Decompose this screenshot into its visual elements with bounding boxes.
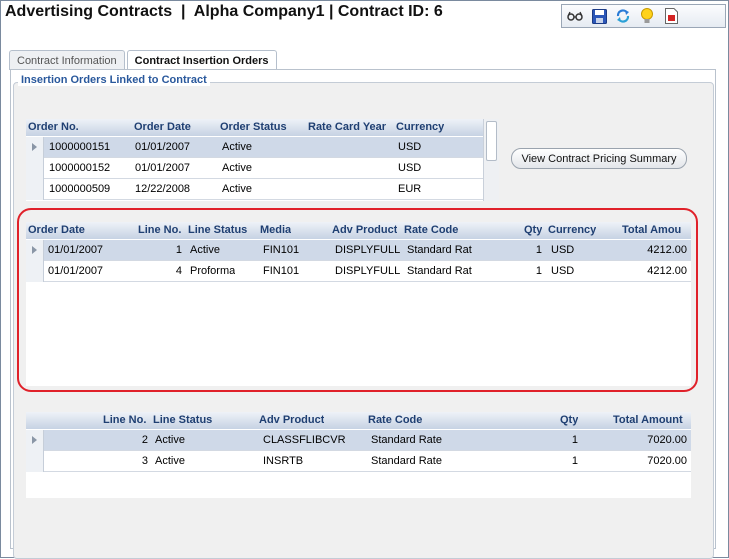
column-header[interactable]: Rate Code (368, 414, 422, 426)
rate-code-cell: Standard Rate (371, 455, 442, 467)
row-selector[interactable] (26, 179, 44, 200)
line-no-cell: 3 (141, 455, 148, 467)
orders-grid-header: Order No. Order Date Order Status Rate C… (26, 119, 499, 136)
highlight-annotation (17, 208, 698, 392)
total-amount-cell: 7020.00 (647, 434, 687, 446)
column-header[interactable]: Currency (396, 121, 444, 133)
line-products-grid-header: Line No. Line Status Adv Product Rate Co… (26, 412, 691, 429)
currency-cell: USD (398, 141, 422, 153)
column-header[interactable]: Total Amount (613, 414, 683, 426)
currency-cell: USD (398, 162, 422, 174)
tab-strip: Contract Information Contract Insertion … (9, 50, 279, 70)
row-selector[interactable] (26, 158, 44, 179)
line-products-grid: Line No. Line Status Adv Product Rate Co… (26, 412, 691, 498)
column-header[interactable]: Qty (560, 414, 578, 426)
tab-contract-information[interactable]: Contract Information (9, 50, 125, 70)
row-selector[interactable] (26, 451, 44, 472)
rate-code-cell: Standard Rate (371, 434, 442, 446)
order-no-cell: 1000000509 (49, 183, 111, 195)
window-title: Advertising Contracts | Alpha Company1 |… (5, 3, 443, 20)
table-row[interactable]: 3 Active INSRTB Standard Rate 1 7020.00 (26, 451, 691, 472)
table-row[interactable]: 1000000152 01/01/2007 Active USD (26, 158, 483, 179)
row-arrow-icon (32, 143, 37, 151)
order-no-cell: 1000000151 (49, 141, 111, 153)
order-no-cell: 1000000152 (49, 162, 111, 174)
order-status-cell: Active (222, 141, 252, 153)
scroll-thumb[interactable] (486, 121, 497, 161)
order-date-cell: 01/01/2007 (135, 162, 191, 174)
refresh-icon[interactable] (614, 7, 632, 25)
column-header[interactable]: Order No. (28, 121, 79, 133)
table-row[interactable]: 1000000509 12/22/2008 Active EUR (26, 179, 483, 200)
column-header[interactable]: Rate Card Year (308, 121, 386, 133)
glasses-icon[interactable] (566, 7, 584, 25)
line-status-cell: Active (155, 455, 185, 467)
tab-contract-insertion-orders[interactable]: Contract Insertion Orders (126, 50, 277, 70)
column-header[interactable]: Adv Product (259, 414, 324, 426)
report-icon[interactable] (662, 7, 680, 25)
table-row[interactable]: 2 Active CLASSFLIBCVR Standard Rate 1 70… (26, 430, 691, 451)
table-row[interactable]: 1000000151 01/01/2007 Active USD (26, 137, 483, 158)
qty-cell: 1 (571, 455, 578, 467)
total-amount-cell: 7020.00 (647, 455, 687, 467)
column-header[interactable]: Order Date (134, 121, 191, 133)
save-icon[interactable] (590, 7, 608, 25)
qty-cell: 1 (571, 434, 578, 446)
toolbar (561, 4, 726, 28)
orders-grid: Order No. Order Date Order Status Rate C… (26, 119, 499, 201)
line-status-cell: Active (155, 434, 185, 446)
column-header[interactable]: Line Status (153, 414, 212, 426)
order-date-cell: 01/01/2007 (135, 141, 191, 153)
currency-cell: EUR (398, 183, 422, 195)
order-status-cell: Active (222, 183, 252, 195)
row-arrow-icon (32, 436, 37, 444)
orders-grid-scrollbar[interactable] (483, 119, 499, 201)
adv-product-cell: INSRTB (263, 455, 304, 467)
line-no-cell: 2 (141, 434, 148, 446)
view-contract-pricing-summary-button[interactable]: View Contract Pricing Summary (511, 148, 687, 169)
order-status-cell: Active (222, 162, 252, 174)
column-header[interactable]: Line No. (103, 414, 146, 426)
adv-product-cell: CLASSFLIBCVR (263, 434, 346, 446)
app-window: Advertising Contracts | Alpha Company1 |… (0, 0, 729, 559)
row-selector[interactable] (26, 430, 44, 451)
group-legend: Insertion Orders Linked to Contract (18, 74, 210, 86)
column-header[interactable]: Order Status (220, 121, 287, 133)
lightbulb-icon[interactable] (638, 7, 656, 25)
row-selector[interactable] (26, 137, 44, 158)
order-date-cell: 12/22/2008 (135, 183, 191, 195)
